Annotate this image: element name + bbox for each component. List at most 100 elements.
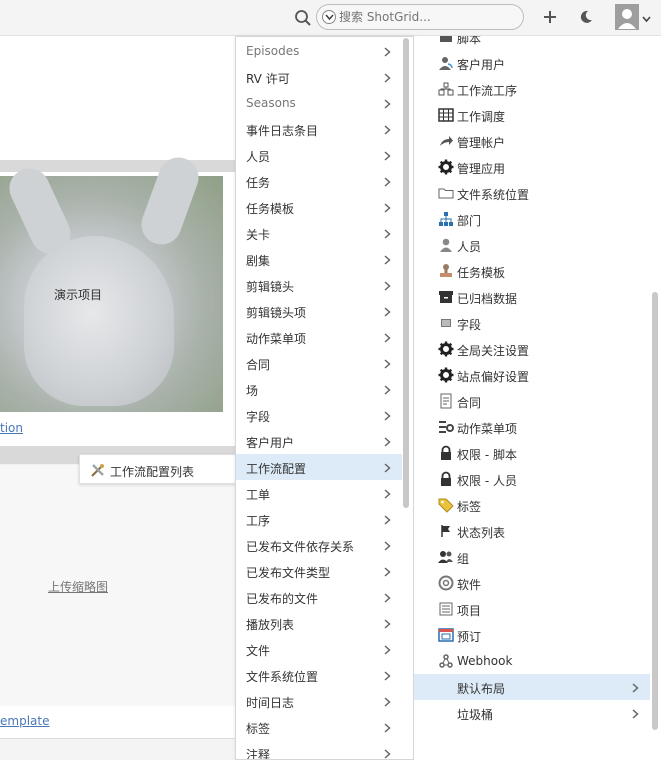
menu-item[interactable]: 人员 (236, 142, 402, 168)
chevron-down-icon[interactable] (322, 10, 336, 24)
workflow-config-list-item[interactable]: 工作流配置列表 (79, 454, 236, 484)
top-bar (0, 0, 661, 36)
menu-item[interactable]: 部门 (414, 206, 650, 232)
menu-item[interactable]: 字段 (414, 310, 650, 336)
menu-item[interactable]: 客户用户 (236, 428, 402, 454)
menu-item[interactable]: 已归档数据 (414, 284, 650, 310)
menu-item[interactable]: 人员 (414, 232, 650, 258)
menu-item[interactable]: 工单 (236, 480, 402, 506)
menu-item[interactable]: 脚本 (414, 36, 650, 50)
chevron-right-icon (384, 436, 391, 450)
avatar-icon[interactable] (615, 4, 639, 30)
menu-item-label: 文件 (246, 644, 271, 658)
menu-item[interactable]: 垃圾桶 (414, 700, 650, 726)
template-link[interactable]: emplate (0, 714, 49, 728)
moon-icon[interactable] (578, 9, 594, 25)
link-partial[interactable]: tion (0, 421, 23, 435)
share-arrow-icon (438, 133, 454, 149)
menu-item[interactable]: Episodes (236, 38, 402, 64)
chevron-right-icon (384, 748, 391, 759)
menu-item[interactable]: 工作流配置 (236, 454, 402, 480)
menu-item[interactable]: 事件日志条目 (236, 116, 402, 142)
chevron-right-icon (384, 540, 391, 554)
menu-item[interactable]: 关卡 (236, 220, 402, 246)
menu-item[interactable]: 任务模板 (414, 258, 650, 284)
person-icon (438, 237, 454, 253)
menu-item-label: 项目 (457, 604, 482, 618)
chevron-right-icon (384, 72, 391, 86)
menu-item[interactable]: 站点偏好设置 (414, 362, 650, 388)
booking-icon (438, 627, 454, 643)
menu-item[interactable]: 客户用户 (414, 50, 650, 76)
menu-item[interactable]: 注释 (236, 740, 402, 759)
chevron-right-icon (384, 384, 391, 398)
menu-item[interactable]: 合同 (236, 350, 402, 376)
menu-item-label: 已发布文件类型 (246, 566, 331, 580)
chevron-right-icon (384, 644, 391, 658)
org-chart-icon (438, 211, 454, 227)
menu-item[interactable]: 工序 (236, 506, 402, 532)
menu-item[interactable]: 标签 (236, 714, 402, 740)
menu-item-label: 任务模板 (457, 266, 506, 280)
menu-item[interactable]: 默认布局 (414, 674, 650, 700)
disc-icon (438, 575, 454, 591)
menu-item-label: 剪辑镜头 (246, 280, 295, 294)
menu-item[interactable]: 场 (236, 376, 402, 402)
menu-item[interactable]: 动作菜单项 (414, 414, 650, 440)
menu-item[interactable]: 文件系统位置 (414, 180, 650, 206)
plus-icon[interactable] (541, 8, 559, 26)
menu-item-label: 动作菜单项 (246, 332, 307, 346)
menu-item[interactable]: 预订 (414, 622, 650, 648)
upload-card (0, 465, 240, 707)
menu-item[interactable]: 任务 (236, 168, 402, 194)
menu-item[interactable]: 播放列表 (236, 610, 402, 636)
menu-item[interactable]: 项目 (414, 596, 650, 622)
chevron-right-icon (384, 462, 391, 476)
menu-item[interactable]: Seasons (236, 90, 402, 116)
menu-item[interactable]: 时间日志 (236, 688, 402, 714)
menu-item[interactable]: 已发布文件依存关系 (236, 532, 402, 558)
field-icon (438, 315, 454, 331)
search-input[interactable] (339, 8, 519, 26)
menu-item[interactable]: 工作流工序 (414, 76, 650, 102)
menu-item[interactable]: 合同 (414, 388, 650, 414)
menu-item[interactable]: RV 许可 (236, 64, 402, 90)
menu-item[interactable]: 已发布的文件 (236, 584, 402, 610)
menu-item[interactable]: 任务模板 (236, 194, 402, 220)
gear-icon (438, 367, 454, 383)
chevron-right-icon (384, 566, 391, 580)
menu-item[interactable]: 管理帐户 (414, 128, 650, 154)
menu-item[interactable]: 字段 (236, 402, 402, 428)
tools-icon (90, 462, 106, 478)
menu-item[interactable]: 剪辑镜头 (236, 272, 402, 298)
menu-item-label: 任务模板 (246, 202, 295, 216)
menu-item[interactable]: 文件 (236, 636, 402, 662)
menu-item[interactable]: 组 (414, 544, 650, 570)
menu-item[interactable]: 权限 - 脚本 (414, 440, 650, 466)
menu-item[interactable]: 已发布文件类型 (236, 558, 402, 584)
chevron-right-icon (384, 306, 391, 320)
avatar-chevron-icon[interactable] (642, 12, 651, 26)
mid-menu-scrollbar[interactable] (403, 38, 409, 508)
menu-item[interactable]: 管理应用 (414, 154, 650, 180)
menu-item-label: 已归档数据 (457, 292, 518, 306)
menu-item[interactable]: 软件 (414, 570, 650, 596)
search-icon[interactable] (294, 9, 312, 27)
menu-item[interactable]: Webhook (414, 648, 650, 674)
menu-item-label: 工单 (246, 488, 271, 502)
right-menu-scrollbar[interactable] (652, 292, 658, 730)
upload-thumbnail-link[interactable]: 上传缩略图 (48, 578, 108, 595)
menu-item-label: 客户用户 (457, 58, 506, 72)
menu-item[interactable]: 全局关注设置 (414, 336, 650, 362)
menu-item[interactable]: 标签 (414, 492, 650, 518)
project-thumbnail[interactable] (0, 151, 223, 412)
webhook-icon (438, 653, 454, 669)
menu-item[interactable]: 文件系统位置 (236, 662, 402, 688)
menu-item[interactable]: 权限 - 人员 (414, 466, 650, 492)
menu-item[interactable]: 状态列表 (414, 518, 650, 544)
menu-item[interactable]: 剪辑镜头项 (236, 298, 402, 324)
menu-item[interactable]: 剧集 (236, 246, 402, 272)
menu-item[interactable]: 动作菜单项 (236, 324, 402, 350)
menu-item[interactable]: 工作调度 (414, 102, 650, 128)
search-box[interactable] (316, 4, 524, 30)
